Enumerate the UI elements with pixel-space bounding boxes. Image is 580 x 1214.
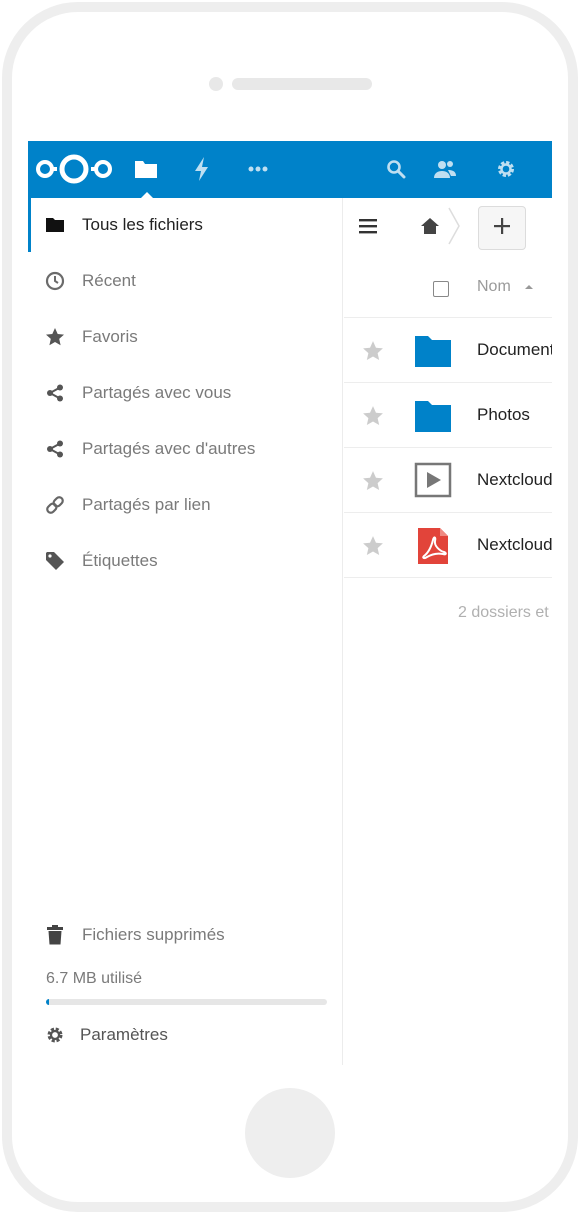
star-icon: [44, 326, 66, 348]
plus-icon: [493, 217, 511, 240]
star-icon[interactable]: [362, 470, 384, 492]
phone-home-button[interactable]: [245, 1088, 335, 1178]
menu-toggle-icon[interactable]: [354, 212, 382, 240]
sidebar-item-label: Étiquettes: [82, 551, 158, 570]
sidebar-item-favorites[interactable]: Favoris: [28, 310, 342, 364]
sidebar-item-settings[interactable]: Paramètres: [28, 1010, 342, 1060]
file-list-panel: Nom Document Photos Nextcloud Nextcloud …: [344, 198, 552, 1065]
file-name[interactable]: Photos: [477, 405, 530, 425]
file-name[interactable]: Nextcloud: [477, 470, 552, 490]
star-icon[interactable]: [362, 535, 384, 557]
folder-icon: [415, 336, 451, 367]
sidebar-item-tags[interactable]: Étiquettes: [28, 534, 342, 588]
file-row[interactable]: Photos: [344, 383, 552, 448]
file-row[interactable]: Nextcloud: [344, 448, 552, 513]
sidebar-item-shared-by-link[interactable]: Partagés par lien: [28, 478, 342, 532]
files-app-icon[interactable]: [132, 155, 160, 199]
search-icon[interactable]: [382, 155, 410, 183]
file-row[interactable]: Nextcloud: [344, 513, 552, 578]
activity-icon[interactable]: [188, 155, 216, 183]
sidebar-item-recent[interactable]: Récent: [28, 254, 342, 308]
sidebar-item-label: Tous les fichiers: [82, 215, 203, 234]
file-name[interactable]: Nextcloud: [477, 535, 552, 555]
new-file-button[interactable]: [478, 206, 526, 250]
more-apps-icon[interactable]: [244, 155, 272, 183]
phone-speaker: [232, 78, 372, 90]
app-screen: Tous les fichiers Récent Favoris Partagé…: [28, 141, 552, 1065]
sidebar-item-label: Partagés par lien: [82, 495, 211, 514]
share-icon: [44, 382, 66, 404]
sidebar: Tous les fichiers Récent Favoris Partagé…: [28, 198, 343, 1065]
nextcloud-logo[interactable]: [34, 152, 114, 186]
sidebar-item-all-files[interactable]: Tous les fichiers: [28, 198, 342, 252]
star-icon[interactable]: [362, 340, 384, 362]
share-icon: [44, 438, 66, 460]
clock-icon: [44, 270, 66, 292]
quota-bar-fill: [46, 999, 49, 1005]
quota-text: 6.7 MB utilisé: [46, 970, 143, 987]
breadcrumb-home-icon[interactable]: [416, 212, 444, 240]
file-list-header: Nom: [344, 258, 552, 318]
contacts-icon[interactable]: [431, 155, 459, 183]
file-name[interactable]: Document: [477, 340, 552, 360]
breadcrumb-separator: [448, 207, 460, 245]
settings-icon[interactable]: [492, 155, 520, 183]
select-all-checkbox[interactable]: [433, 281, 449, 297]
column-name-header[interactable]: Nom: [477, 278, 511, 296]
sidebar-item-shared-with-others[interactable]: Partagés avec d'autres: [28, 422, 342, 476]
settings-label: Paramètres: [80, 1025, 168, 1044]
link-icon: [44, 494, 66, 516]
tag-icon: [44, 550, 66, 572]
quota-bar: [46, 999, 327, 1005]
header-bar: [28, 141, 552, 199]
trash-icon: [44, 924, 66, 946]
video-file-icon: [414, 462, 452, 498]
file-summary: 2 dossiers et: [458, 604, 549, 621]
settings-icon: [44, 1024, 66, 1046]
sidebar-item-label: Partagés avec vous: [82, 383, 232, 402]
sidebar-item-deleted-files[interactable]: Fichiers supprimés: [28, 908, 342, 962]
folder-icon: [415, 401, 451, 432]
star-icon[interactable]: [362, 405, 384, 427]
trash-label: Fichiers supprimés: [82, 925, 225, 944]
pdf-file-icon: [418, 528, 448, 564]
sort-ascending-icon[interactable]: [524, 282, 534, 292]
sidebar-item-label: Récent: [82, 271, 136, 290]
sidebar-item-label: Partagés avec d'autres: [82, 439, 256, 458]
folder-icon: [44, 214, 66, 236]
sidebar-item-label: Favoris: [82, 327, 138, 346]
sidebar-item-shared-with-you[interactable]: Partagés avec vous: [28, 366, 342, 420]
file-row[interactable]: Document: [344, 318, 552, 383]
phone-camera: [209, 77, 223, 91]
